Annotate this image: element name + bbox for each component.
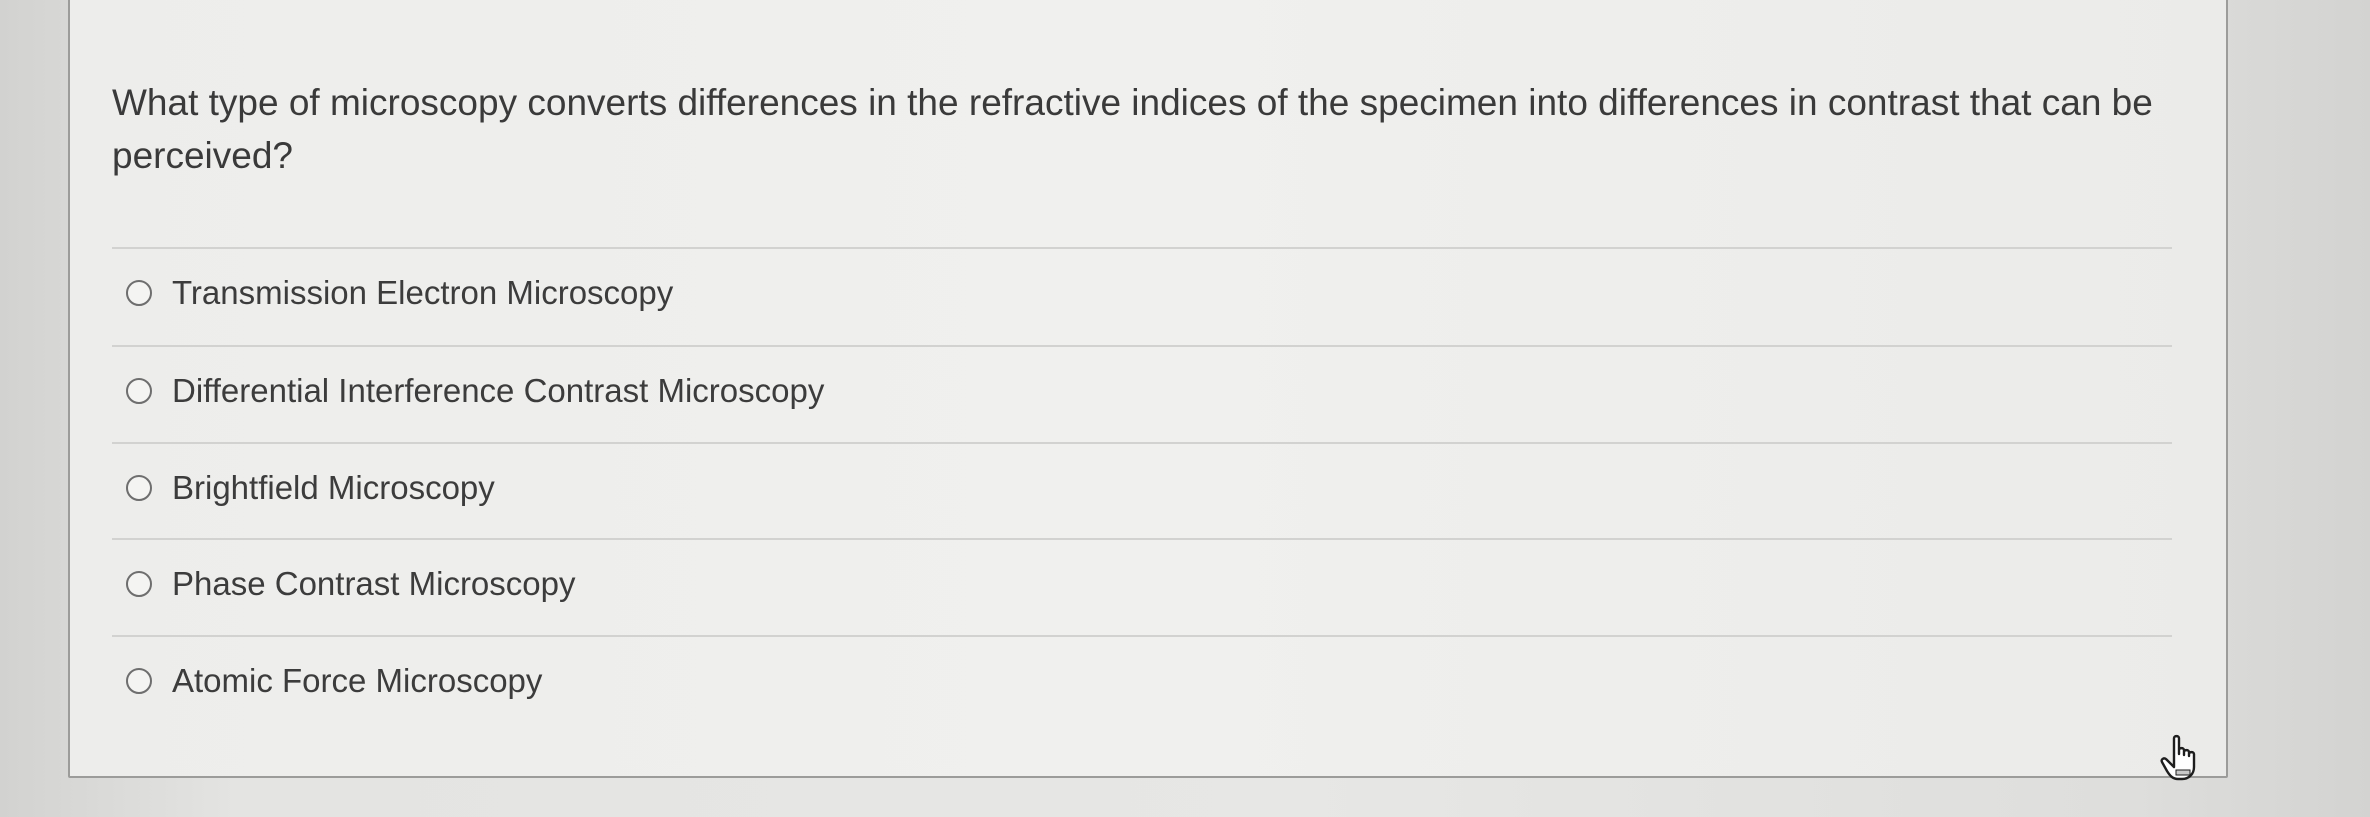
answer-option-phase-contrast[interactable]: Phase Contrast Microscopy: [126, 557, 576, 611]
radio-unchecked-icon[interactable]: [126, 668, 152, 694]
answer-label: Atomic Force Microscopy: [172, 662, 543, 699]
radio-unchecked-icon[interactable]: [126, 280, 152, 306]
answer-label: Differential Interference Contrast Micro…: [172, 372, 825, 409]
answer-option-transmission-electron[interactable]: Transmission Electron Microscopy: [126, 266, 673, 320]
answer-label: Brightfield Microscopy: [172, 469, 495, 506]
hand-pointer-icon: [2160, 734, 2196, 781]
divider: [112, 538, 2172, 540]
question-text: What type of microscopy converts differe…: [112, 82, 2153, 176]
divider: [112, 442, 2172, 444]
radio-unchecked-icon[interactable]: [126, 378, 152, 404]
divider: [112, 635, 2172, 637]
answer-option-atomic-force[interactable]: Atomic Force Microscopy: [126, 654, 542, 708]
answer-label: Transmission Electron Microscopy: [172, 274, 674, 311]
divider: [112, 247, 2172, 249]
radio-unchecked-icon[interactable]: [126, 571, 152, 597]
radio-unchecked-icon[interactable]: [126, 475, 152, 501]
answer-label: Phase Contrast Microscopy: [172, 565, 576, 602]
divider: [112, 345, 2172, 347]
answer-option-differential-interference[interactable]: Differential Interference Contrast Micro…: [126, 364, 824, 418]
answer-option-brightfield[interactable]: Brightfield Microscopy: [126, 461, 495, 515]
